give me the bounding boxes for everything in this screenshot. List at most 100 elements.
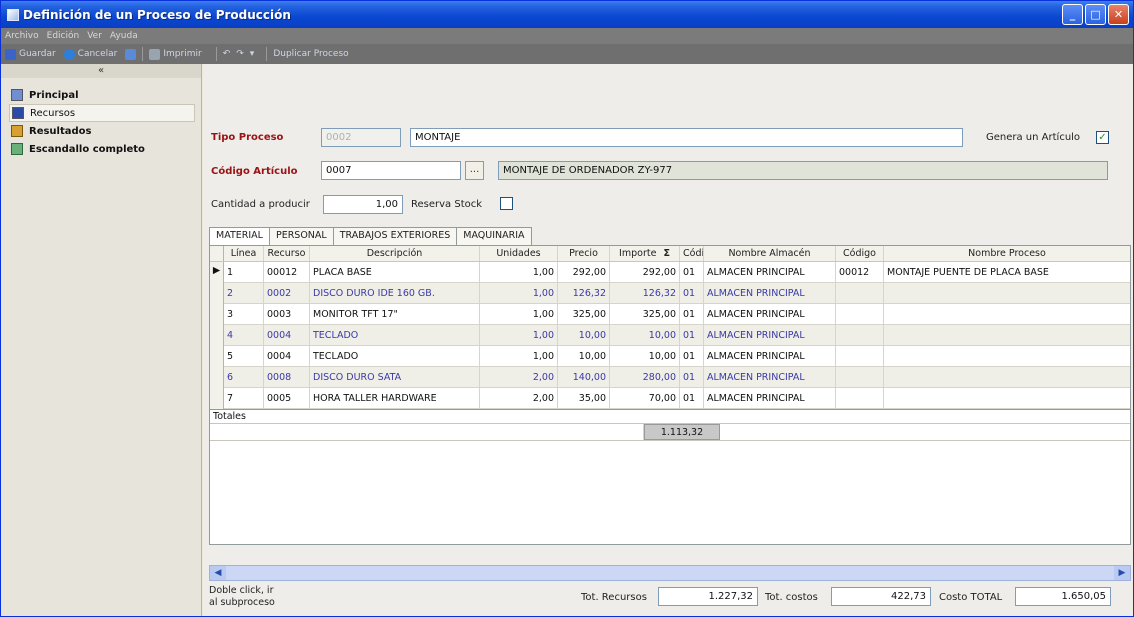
cell-recurso[interactable]: 0004 <box>264 324 310 346</box>
nav-item-escandallo[interactable]: Escandallo completo <box>9 140 201 158</box>
cell-nombre-proceso[interactable] <box>884 325 1130 346</box>
cell-codigo-almacen[interactable]: 01 <box>680 366 704 388</box>
cell-nombre-almacen[interactable]: ALMACEN PRINCIPAL <box>704 324 836 346</box>
tab-maquinaria[interactable]: MAQUINARIA <box>456 227 532 245</box>
wand-icon[interactable] <box>125 48 137 60</box>
cell-recurso[interactable]: 00012 <box>264 261 310 283</box>
cell-linea[interactable]: 4 <box>224 324 264 346</box>
cell-linea[interactable]: 6 <box>224 366 264 388</box>
cell-descripcion[interactable]: DISCO DURO IDE 160 GB. <box>310 282 480 304</box>
cell-importe[interactable]: 280,00 <box>610 366 680 388</box>
cell-unidades[interactable]: 1,00 <box>480 261 558 283</box>
browse-articulo-button[interactable]: ... <box>465 161 484 180</box>
cell-descripcion[interactable]: PLACA BASE <box>310 261 480 283</box>
col-descripcion[interactable]: Descripción <box>310 246 480 261</box>
table-row[interactable]: 7 0005 HORA TALLER HARDWARE 2,00 35,00 70,00 0… <box>210 387 1130 409</box>
cell-precio[interactable]: 126,32 <box>558 282 610 304</box>
cell-nombre-almacen[interactable]: ALMACEN PRINCIPAL <box>704 387 836 409</box>
cell-recurso[interactable]: 0002 <box>264 282 310 304</box>
cell-precio[interactable]: 325,00 <box>558 303 610 325</box>
table-row[interactable]: 5 0004 TECLADO 1,00 10,00 10,00 01 ALMACEN PRIN… <box>210 345 1130 367</box>
cell-importe[interactable]: 70,00 <box>610 387 680 409</box>
col-linea[interactable]: Línea <box>224 246 264 261</box>
cell-descripcion[interactable]: DISCO DURO SATA <box>310 366 480 388</box>
collapse-toggle[interactable]: « <box>1 64 201 78</box>
cell-precio[interactable]: 10,00 <box>558 345 610 367</box>
cell-importe[interactable]: 10,00 <box>610 345 680 367</box>
cell-nombre-almacen[interactable]: ALMACEN PRINCIPAL <box>704 303 836 325</box>
close-button[interactable]: ✕ <box>1108 4 1129 25</box>
title-bar[interactable]: Definición de un Proceso de Producción _… <box>1 1 1133 28</box>
cantidad-field[interactable]: 1,00 <box>323 195 403 214</box>
cell-codigo-almacen[interactable]: 01 <box>680 282 704 304</box>
cell-codigo[interactable] <box>836 387 884 409</box>
nav-item-resultados[interactable]: Resultados <box>9 122 201 140</box>
cell-nombre-proceso[interactable] <box>884 367 1130 388</box>
cell-codigo[interactable] <box>836 345 884 367</box>
cell-codigo[interactable] <box>836 303 884 325</box>
print-button[interactable]: Imprimir <box>149 48 202 60</box>
cell-descripcion[interactable]: MONITOR TFT 17" <box>310 303 480 325</box>
cell-unidades[interactable]: 1,00 <box>480 303 558 325</box>
cell-descripcion[interactable]: TECLADO <box>310 345 480 367</box>
cell-nombre-proceso[interactable] <box>884 346 1130 367</box>
codigo-articulo-field[interactable]: 0007 <box>321 161 461 180</box>
tipo-proceso-field[interactable]: MONTAJE <box>410 128 963 147</box>
cell-recurso[interactable]: 0008 <box>264 366 310 388</box>
cell-unidades[interactable]: 1,00 <box>480 324 558 346</box>
cell-codigo-almacen[interactable]: 01 <box>680 345 704 367</box>
row-indicator[interactable] <box>210 387 224 409</box>
row-indicator[interactable] <box>210 366 224 388</box>
cell-nombre-almacen[interactable]: ALMACEN PRINCIPAL <box>704 261 836 283</box>
minimize-button[interactable]: _ <box>1062 4 1083 25</box>
undo-icon[interactable]: ↶ <box>223 49 231 59</box>
cell-codigo[interactable] <box>836 324 884 346</box>
tipo-proceso-code-field[interactable]: 0002 <box>321 128 401 147</box>
col-unidades[interactable]: Unidades <box>480 246 558 261</box>
menu-ver[interactable]: Ver <box>87 31 102 41</box>
tab-personal[interactable]: PERSONAL <box>268 227 334 245</box>
cell-codigo-almacen[interactable]: 01 <box>680 261 704 283</box>
cell-nombre-almacen[interactable]: ALMACEN PRINCIPAL <box>704 345 836 367</box>
cell-codigo-almacen[interactable]: 01 <box>680 324 704 346</box>
row-indicator[interactable] <box>210 345 224 367</box>
cell-nombre-proceso[interactable]: MONTAJE PUENTE DE PLACA BASE <box>884 262 1130 283</box>
cancel-button[interactable]: Cancelar <box>63 48 117 60</box>
col-nombre-almacen[interactable]: Nombre Almacén <box>704 246 836 261</box>
cell-descripcion[interactable]: HORA TALLER HARDWARE <box>310 387 480 409</box>
cell-linea[interactable]: 1 <box>224 261 264 283</box>
col-codigo[interactable]: Código <box>836 246 884 261</box>
cell-recurso[interactable]: 0005 <box>264 387 310 409</box>
table-row[interactable]: 4 0004 TECLADO 1,00 10,00 10,00 01 ALMACEN PRIN… <box>210 324 1130 346</box>
cell-codigo[interactable] <box>836 366 884 388</box>
table-row[interactable]: 3 0003 MONITOR TFT 17" 1,00 325,00 325,00 01 AL… <box>210 303 1130 325</box>
tab-trabajos-exteriores[interactable]: TRABAJOS EXTERIORES <box>332 227 458 245</box>
cell-precio[interactable]: 140,00 <box>558 366 610 388</box>
nav-item-principal[interactable]: Principal <box>9 86 201 104</box>
cell-codigo[interactable]: 00012 <box>836 261 884 283</box>
maximize-button[interactable]: □ <box>1085 4 1106 25</box>
cell-nombre-proceso[interactable] <box>884 388 1130 409</box>
col-nombre-proceso[interactable]: Nombre Proceso <box>884 246 1130 261</box>
menu-edicion[interactable]: Edición <box>47 31 80 41</box>
cell-importe[interactable]: 292,00 <box>610 261 680 283</box>
row-indicator[interactable] <box>210 282 224 304</box>
col-codigo-almacen[interactable]: Códi <box>680 246 704 261</box>
cell-importe[interactable]: 325,00 <box>610 303 680 325</box>
table-row[interactable]: 6 0008 DISCO DURO SATA 2,00 140,00 280,00 01 AL… <box>210 366 1130 388</box>
table-row[interactable]: ▶ 1 00012 PLACA BASE 1,00 292,00 292,00 01 ALMAC… <box>210 261 1130 283</box>
cell-precio[interactable]: 292,00 <box>558 261 610 283</box>
reserva-stock-checkbox[interactable] <box>500 197 513 210</box>
row-indicator[interactable]: ▶ <box>210 261 224 283</box>
cell-codigo-almacen[interactable]: 01 <box>680 387 704 409</box>
table-row[interactable]: 2 0002 DISCO DURO IDE 160 GB. 1,00 126,32 126… <box>210 282 1130 304</box>
cell-recurso[interactable]: 0004 <box>264 345 310 367</box>
cell-recurso[interactable]: 0003 <box>264 303 310 325</box>
cell-linea[interactable]: 5 <box>224 345 264 367</box>
redo-icon[interactable]: ↷ <box>236 49 244 59</box>
cell-precio[interactable]: 35,00 <box>558 387 610 409</box>
cell-precio[interactable]: 10,00 <box>558 324 610 346</box>
cell-codigo[interactable] <box>836 282 884 304</box>
cell-linea[interactable]: 3 <box>224 303 264 325</box>
dropdown-arrow-icon[interactable]: ▾ <box>250 49 255 59</box>
